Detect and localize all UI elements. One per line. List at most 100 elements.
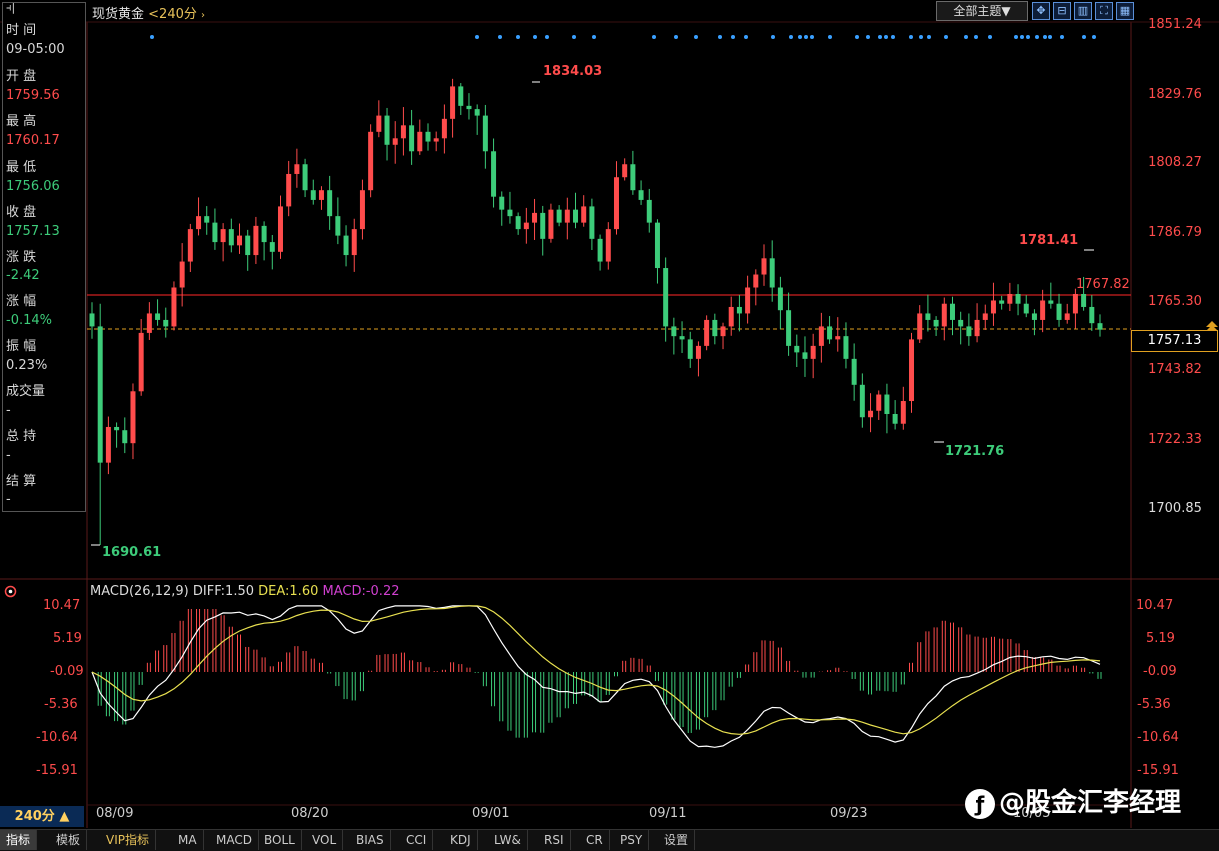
tab-kdj[interactable]: KDJ	[444, 830, 478, 850]
volume-label: 成交量	[6, 384, 46, 399]
candle-body	[589, 206, 595, 239]
candle-body	[97, 326, 103, 463]
tab-lw[interactable]: LW&	[488, 830, 528, 850]
candle-body	[261, 225, 267, 243]
candle-body	[556, 209, 562, 223]
candle-body	[736, 306, 742, 314]
candle-body	[990, 300, 996, 314]
candle-body	[310, 190, 316, 200]
candle-body	[89, 313, 95, 327]
settings-dot-icon[interactable]	[4, 583, 17, 598]
candle-body	[909, 339, 915, 402]
candle-body	[474, 109, 480, 116]
tab-indicators[interactable]: 指标	[0, 830, 38, 850]
candle-body	[695, 345, 701, 359]
candle-body	[245, 235, 251, 256]
low-value: 1756.06	[6, 179, 60, 194]
candle-body	[613, 177, 619, 230]
candle-body	[441, 118, 447, 139]
close-value: 1757.13	[6, 224, 60, 239]
price-tick: 1829.76	[1148, 87, 1202, 102]
low-annotation: 1690.61	[102, 545, 162, 560]
candle-body	[294, 164, 300, 174]
macd-tick: -10.64	[36, 730, 78, 745]
candle-body	[827, 326, 833, 340]
candle-body	[966, 326, 972, 337]
tab-rsi[interactable]: RSI	[538, 830, 571, 850]
high-label: 最 高	[6, 114, 37, 129]
period-button[interactable]: 240分 ▲	[0, 806, 84, 827]
macd-dea: DEA:1.60	[258, 584, 319, 599]
current-price-box: 1757.13	[1131, 330, 1218, 352]
candle-body	[318, 190, 324, 200]
signal-dot	[891, 35, 895, 39]
panel-icon[interactable]: ⫞|	[6, 1, 15, 15]
macd-histogram	[97, 609, 1102, 738]
candle-body	[917, 313, 923, 340]
candle-body	[114, 426, 120, 431]
change-label: 涨 跌	[6, 250, 37, 265]
candle-body	[400, 125, 406, 139]
candle-body	[1064, 313, 1070, 320]
open-interest-label: 总 持	[6, 429, 37, 444]
price-tick: 1743.82	[1148, 362, 1202, 377]
candle-body	[286, 173, 292, 207]
candle-body	[327, 190, 333, 217]
candle-body	[941, 303, 947, 327]
candle-body	[982, 313, 988, 320]
watermark-text: @股金汇李经理	[999, 788, 1182, 818]
candle-body	[958, 319, 964, 327]
candle-body	[1048, 300, 1054, 304]
tab-vol[interactable]: VOL	[306, 830, 344, 850]
candle-body	[384, 115, 390, 145]
candle-body	[269, 242, 275, 252]
tab-psy[interactable]: PSY	[614, 830, 650, 850]
candlestick-chart[interactable]	[0, 0, 1219, 850]
candle-body	[761, 258, 767, 275]
date-tick: 08/09	[96, 806, 134, 821]
candle-body	[745, 287, 751, 314]
settle-value: -	[6, 492, 11, 507]
tab-settings[interactable]: 设置	[658, 830, 696, 850]
signal-dot	[475, 35, 479, 39]
tab-macd[interactable]: MACD	[210, 830, 259, 850]
signal-dot	[798, 35, 802, 39]
date-tick: 09/23	[830, 806, 868, 821]
pct-label: 涨 幅	[6, 294, 37, 309]
candle-body	[876, 394, 882, 411]
candle-body	[835, 336, 841, 340]
tab-bias[interactable]: BIAS	[350, 830, 391, 850]
candle-body	[220, 229, 226, 243]
candle-body	[548, 209, 554, 239]
signal-dot	[1020, 35, 1024, 39]
signal-dot	[804, 35, 808, 39]
candle-body	[900, 401, 906, 424]
signal-dot	[828, 35, 832, 39]
signal-dot	[572, 35, 576, 39]
tab-cr[interactable]: CR	[580, 830, 610, 850]
candle-body	[499, 196, 505, 210]
high-annotation: 1834.03	[543, 64, 603, 79]
signal-dot	[592, 35, 596, 39]
macd-tick: -0.09	[50, 664, 84, 679]
tab-cci[interactable]: CCI	[400, 830, 434, 850]
signal-dot	[1014, 35, 1018, 39]
signal-dot	[150, 35, 154, 39]
pct-value: -0.14%	[6, 313, 52, 328]
candle-body	[630, 164, 636, 191]
candle-body	[532, 212, 538, 223]
macd-tick: 10.47	[1136, 598, 1174, 613]
weibo-icon: ƒ	[965, 788, 995, 819]
candle-body	[581, 206, 587, 223]
candle-body	[277, 206, 283, 252]
signal-dot	[919, 35, 923, 39]
candle-body	[654, 222, 660, 269]
candle-body	[155, 313, 161, 320]
tab-ma[interactable]: MA	[172, 830, 204, 850]
candle-body	[122, 430, 128, 444]
tab-boll[interactable]: BOLL	[258, 830, 302, 850]
tab-vip-indicators[interactable]: VIP指标	[100, 830, 156, 850]
candle-body	[1007, 293, 1013, 304]
candle-body	[433, 138, 439, 142]
tab-templates[interactable]: 模板	[50, 830, 88, 850]
